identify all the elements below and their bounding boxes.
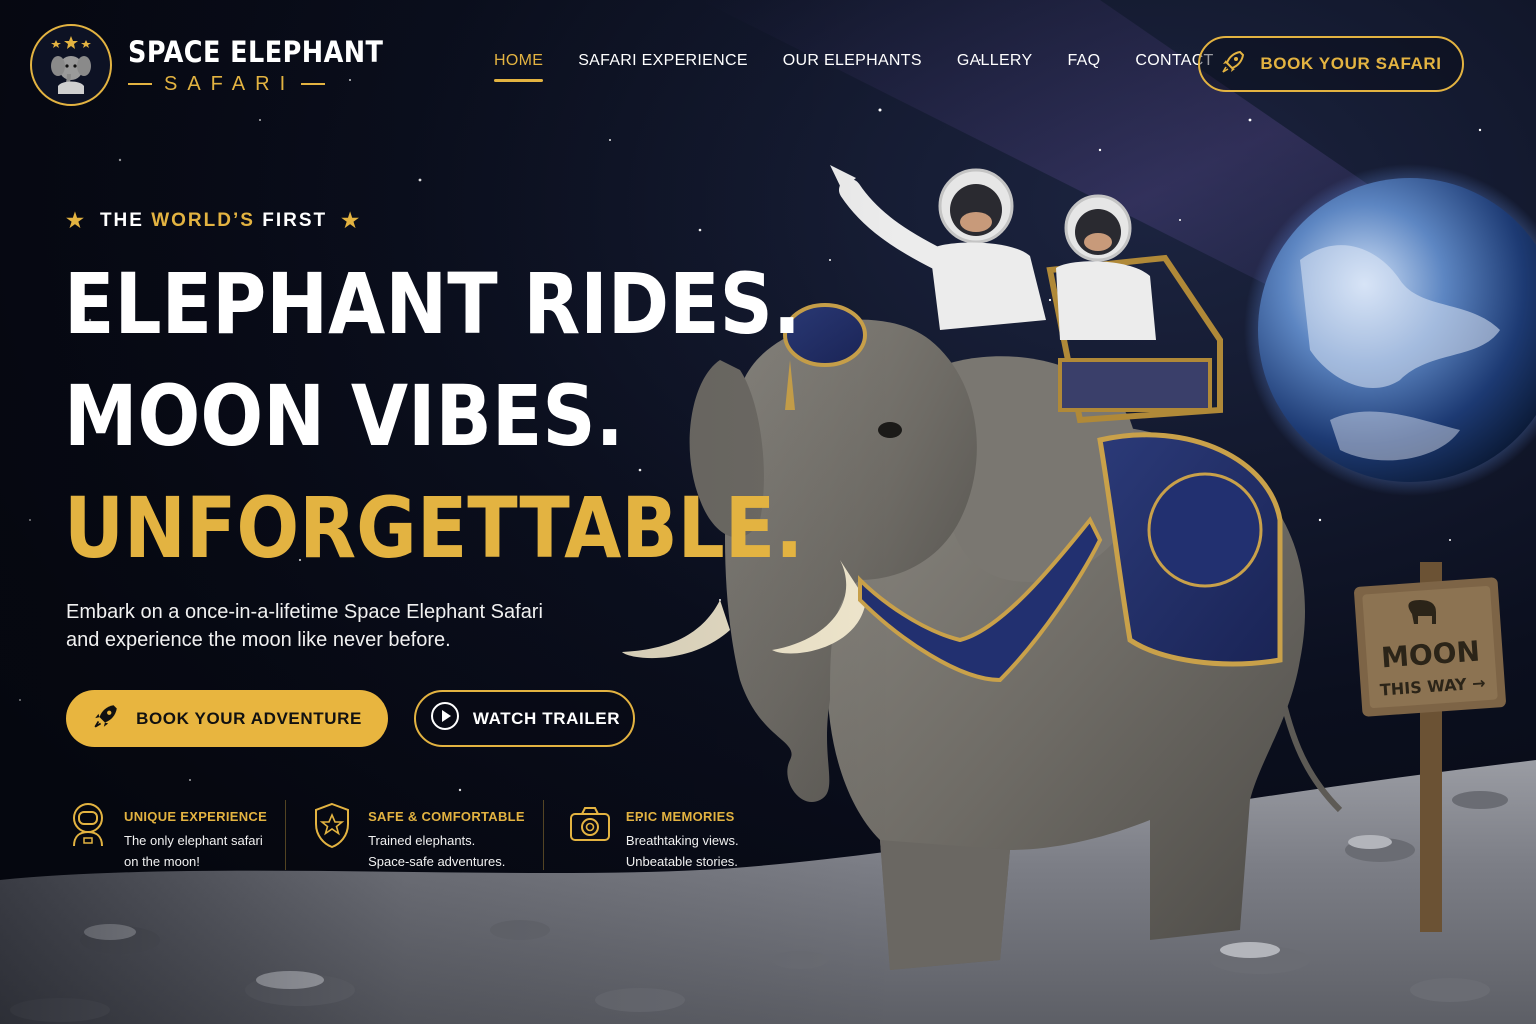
feature-title: SAFE & COMFORTABLE [368, 809, 525, 824]
hero-eyebrow: ★ THE WORLD’S FIRST ★ [66, 208, 361, 233]
book-your-safari-label: BOOK YOUR SAFARI [1260, 54, 1442, 73]
book-your-adventure-button[interactable]: BOOK YOUR ADVENTURE [66, 690, 388, 747]
feature-unique-experience: UNIQUE EXPERIENCE The only elephant safa… [66, 800, 267, 872]
headline-line-2: MOON VIBES. [64, 367, 624, 465]
feature-list: UNIQUE EXPERIENCE The only elephant safa… [66, 800, 739, 872]
nav-item-gallery[interactable]: GALLERY [957, 52, 1033, 82]
astronaut-icon [66, 800, 110, 850]
eyebrow-highlight: WORLD’S [151, 209, 255, 231]
hero-description-line-1: Embark on a once-in-a-lifetime Space Ele… [66, 601, 543, 623]
brand-divider-right [301, 83, 326, 85]
feature-desc-line: on the moon! [124, 854, 200, 869]
nav-item-our-elephants[interactable]: OUR ELEPHANTS [783, 52, 922, 82]
nav-item-home[interactable]: HOME [494, 52, 544, 82]
elephant-astronaut-badge-icon [30, 24, 112, 106]
main-nav: HOME SAFARI EXPERIENCE OUR ELEPHANTS GAL… [494, 52, 1249, 82]
book-your-safari-button[interactable]: BOOK YOUR SAFARI [1198, 36, 1464, 92]
feature-title: EPIC MEMORIES [625, 809, 735, 824]
brand-subtitle: SAFARI [164, 72, 296, 95]
nav-item-faq[interactable]: FAQ [1067, 52, 1100, 82]
eyebrow-post: FIRST [262, 209, 328, 231]
shield-star-icon [310, 800, 354, 850]
headline-line-3: UNFORGETTABLE. [64, 479, 804, 577]
rocket-icon [92, 702, 120, 735]
feature-safe-comfortable: SAFE & COMFORTABLE Trained elephants. Sp… [310, 800, 525, 872]
nav-item-safari-experience[interactable]: SAFARI EXPERIENCE [578, 52, 748, 82]
rocket-icon [1220, 49, 1246, 80]
camera-icon [568, 800, 612, 850]
eyebrow-pre: THE [99, 209, 144, 231]
feature-divider [542, 800, 544, 870]
feature-epic-memories: EPIC MEMORIES Breathtaking views. Unbeat… [568, 800, 739, 872]
brand-title: SPACE ELEPHANT [128, 34, 384, 69]
sign-moon-text: MOON [1380, 635, 1481, 675]
star-icon: ★ [66, 210, 86, 232]
hero-description-line-2: and experience the moon like never befor… [66, 629, 451, 651]
hero-headline: ELEPHANT RIDES. MOON VIBES. UNFORGETTABL… [64, 248, 904, 584]
book-your-adventure-label: BOOK YOUR ADVENTURE [136, 708, 362, 728]
star-icon: ★ [341, 210, 362, 232]
watch-trailer-button[interactable]: WATCH TRAILER [414, 690, 635, 747]
feature-desc-line: The only elephant safari [124, 833, 263, 848]
feature-divider [285, 800, 287, 870]
hero-description: Embark on a once-in-a-lifetime Space Ele… [66, 598, 626, 654]
headline-line-1: ELEPHANT RIDES. [64, 255, 801, 353]
feature-desc-line: Breathtaking views. [625, 833, 739, 848]
brand-divider-left [128, 83, 152, 85]
feature-title: UNIQUE EXPERIENCE [124, 809, 268, 824]
feature-desc-line: Trained elephants. [368, 833, 476, 848]
brand-logo[interactable]: SPACE ELEPHANT SAFARI [30, 24, 418, 106]
feature-desc-line: Space-safe adventures. [368, 854, 506, 869]
watch-trailer-label: WATCH TRAILER [472, 708, 621, 728]
play-icon [429, 700, 461, 737]
feature-desc-line: Unbeatable stories. [625, 854, 738, 869]
